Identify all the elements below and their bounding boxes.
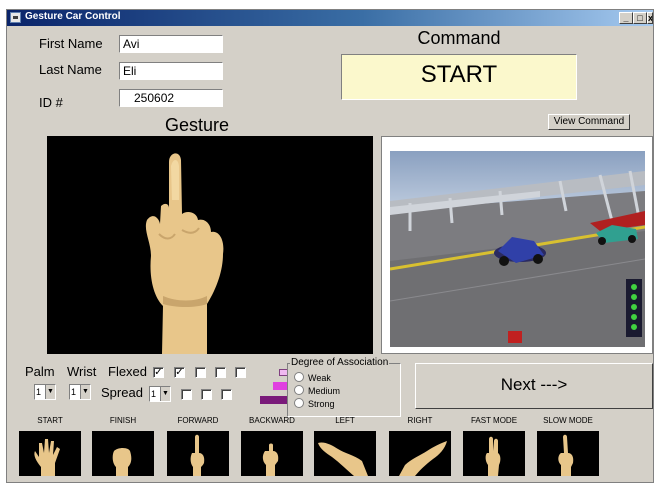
last-name-field[interactable]: Eli <box>119 62 223 80</box>
chevron-down-icon: ▼ <box>160 387 170 401</box>
thumb-label-slow-mode: SLOW MODE <box>543 416 593 425</box>
command-heading: Command <box>417 28 501 48</box>
thumb-backward[interactable] <box>241 431 303 476</box>
palm-dropdown[interactable]: 1 ▼ <box>34 384 56 400</box>
radio-strong[interactable]: Strong <box>294 398 335 409</box>
pointing-tilted-icon <box>558 434 574 476</box>
minimize-button[interactable]: _ <box>619 12 633 24</box>
association-bar-medium <box>273 382 288 390</box>
radio-medium[interactable]: Medium <box>294 385 340 396</box>
pointing-up-icon <box>190 434 205 476</box>
spread-checkbox-3[interactable] <box>221 389 232 400</box>
flexed-checkbox-5[interactable] <box>235 367 246 378</box>
thumb-label-right: RIGHT <box>407 416 433 425</box>
association-bar-strong <box>260 396 288 404</box>
open-hand-icon <box>34 439 60 476</box>
radio-circle-icon <box>294 398 304 408</box>
command-display: START <box>341 54 577 100</box>
radio-weak[interactable]: Weak <box>294 372 331 383</box>
thumb-finish[interactable] <box>92 431 154 476</box>
thumb-label-backward: BACKWARD <box>249 416 295 425</box>
title-bar[interactable]: Gesture Car Control _ □ x <box>7 10 653 26</box>
thumb-forward[interactable] <box>167 431 229 476</box>
spread-dropdown[interactable]: 1 ▼ <box>149 386 171 402</box>
gesture-view <box>47 136 373 354</box>
flexed-checkbox-2[interactable]: ✓ <box>174 367 185 378</box>
id-field[interactable]: 250602 <box>119 89 223 107</box>
flexed-checkbox-4[interactable] <box>215 367 226 378</box>
spread-label: Spread <box>101 385 143 400</box>
fist-icon <box>112 448 132 476</box>
hand-left-icon <box>318 442 368 476</box>
flexed-checkbox-1[interactable]: ✓ <box>153 367 164 378</box>
radio-circle-icon <box>294 385 304 395</box>
spread-checkbox-2[interactable] <box>201 389 212 400</box>
thumb-start[interactable] <box>19 431 81 476</box>
two-fingers-icon <box>485 436 501 476</box>
radio-circle-icon <box>294 372 304 382</box>
close-button[interactable]: x <box>647 12 653 24</box>
spread-checkbox-1[interactable] <box>181 389 192 400</box>
hand-pointing-up-image <box>47 136 373 354</box>
flexed-checkbox-3[interactable] <box>195 367 206 378</box>
thumb-hand-icon <box>262 443 279 476</box>
palm-dropdown-value: 1 <box>36 387 42 397</box>
window-title: Gesture Car Control <box>25 11 121 22</box>
last-name-label: Last Name <box>39 62 102 77</box>
chevron-down-icon: ▼ <box>45 385 55 399</box>
view-command-button[interactable]: View Command <box>548 114 630 130</box>
thumb-label-finish: FINISH <box>109 416 137 425</box>
wrist-dropdown[interactable]: 1 ▼ <box>69 384 91 400</box>
thumb-label-start: START <box>37 416 63 425</box>
thumb-label-forward: FORWARD <box>177 416 219 425</box>
association-group: Degree of Association Weak Medium Strong <box>287 357 401 417</box>
race-track-image <box>390 151 645 347</box>
wrist-label: Wrist <box>67 364 97 379</box>
thumb-right[interactable] <box>389 431 451 476</box>
palm-label: Palm <box>25 364 55 379</box>
chevron-down-icon: ▼ <box>80 385 90 399</box>
app-icon <box>10 12 21 23</box>
thumb-left[interactable] <box>314 431 376 476</box>
thumb-slow-mode[interactable] <box>537 431 599 476</box>
radio-weak-label: Weak <box>308 373 331 383</box>
thumb-label-left: LEFT <box>335 416 355 425</box>
flexed-label: Flexed <box>108 364 148 379</box>
gesture-heading: Gesture <box>164 115 230 135</box>
association-title: Degree of Association <box>290 357 390 368</box>
first-name-label: First Name <box>39 36 103 51</box>
car-game-view <box>390 151 645 347</box>
radio-medium-label: Medium <box>308 386 341 396</box>
app-window: Gesture Car Control _ □ x First Name Avi… <box>6 9 654 483</box>
game-view-frame <box>381 136 653 354</box>
hand-right-icon <box>399 441 447 476</box>
radio-strong-label: Strong <box>308 399 335 409</box>
next-button[interactable]: Next ---> <box>415 363 653 409</box>
id-label: ID # <box>39 95 63 110</box>
thumb-label-fast-mode: FAST MODE <box>470 416 518 425</box>
wrist-dropdown-value: 1 <box>71 387 77 397</box>
thumb-fast-mode[interactable] <box>463 431 525 476</box>
restore-button[interactable]: □ <box>633 12 647 24</box>
spread-dropdown-value: 1 <box>151 389 157 399</box>
first-name-field[interactable]: Avi <box>119 35 223 53</box>
